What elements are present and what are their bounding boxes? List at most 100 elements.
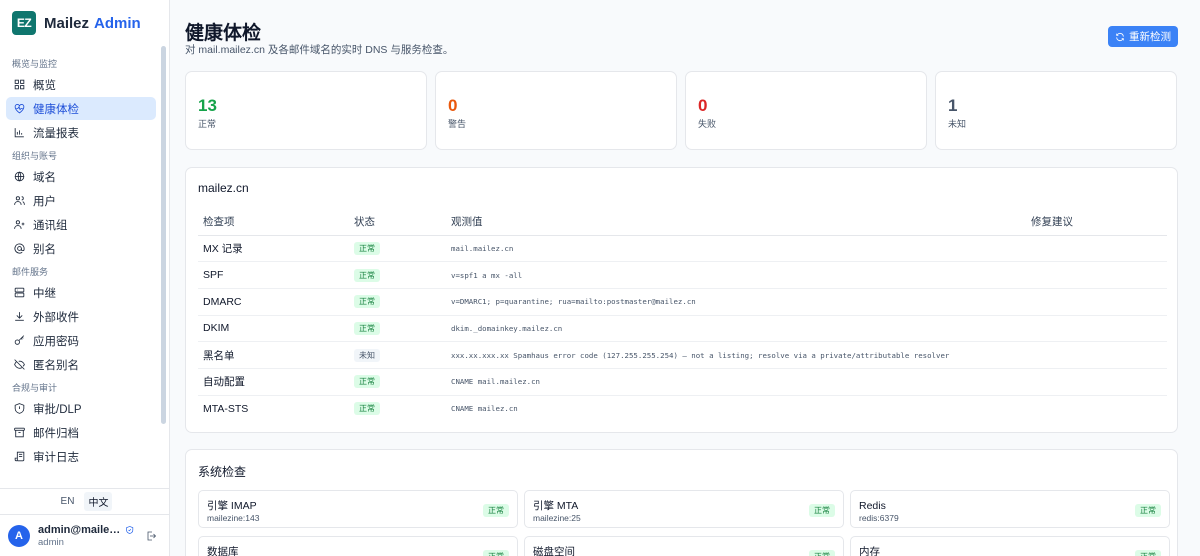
sidebar-item[interactable]: 匿名别名	[6, 353, 156, 376]
shield-icon	[12, 402, 26, 416]
domain-check-table: 检查项 状态 观测值 修复建议 MX 记录 正常 mail.mailez.cn SPF…	[198, 209, 1167, 422]
system-check-detail: redis:6379	[859, 513, 899, 523]
domain-title: mailez.cn	[198, 181, 249, 195]
system-check-name: 数据库	[207, 546, 239, 556]
fix-suggestion	[1026, 288, 1167, 316]
system-check-name: Redis	[859, 500, 886, 512]
table-row: 自动配置 正常 CNAME mail.mailez.cn	[198, 368, 1167, 396]
verified-shield-icon	[125, 525, 133, 534]
sidebar-item[interactable]: 外部收件	[6, 305, 156, 328]
observed-value: CNAME mail.mailez.cn	[446, 368, 1026, 396]
refresh-label: 重新检测	[1129, 31, 1171, 43]
download-icon	[12, 310, 26, 324]
sidebar-item-label: 概览	[33, 79, 56, 92]
system-check-name: 引擎 IMAP	[207, 500, 257, 512]
table-row: MTA-STS 正常 CNAME mailez.cn	[198, 395, 1167, 422]
col-status: 状态	[349, 209, 446, 236]
sidebar-item[interactable]: 审批/DLP	[6, 397, 156, 420]
stat-card-failed: 0 失败	[685, 71, 927, 150]
table-header-row: 检查项 状态 观测值 修复建议	[198, 209, 1167, 236]
sidebar-item-label: 审计日志	[33, 451, 79, 464]
lang-en-button[interactable]: EN	[57, 494, 79, 509]
system-check-title: 系统检查	[198, 465, 247, 479]
sidebar-item-label: 域名	[33, 171, 56, 184]
status-badge: 正常	[354, 321, 380, 335]
system-check-card: 系统检查 引擎 IMAP mailezine:143 正常 引擎 MTA mailezi…	[185, 449, 1178, 556]
check-item: MTA-STS	[203, 402, 249, 415]
avatar[interactable]: A	[8, 524, 30, 547]
sidebar-item[interactable]: 概览	[6, 73, 156, 96]
sidebar-scrollbar[interactable]	[161, 46, 166, 424]
system-check-item: 引擎 MTA mailezine:25 正常	[524, 490, 844, 528]
eye-off-icon	[12, 358, 26, 372]
language-switcher: EN 中文	[0, 488, 169, 514]
key-icon	[12, 334, 26, 348]
globe-icon	[12, 170, 26, 184]
check-status: 正常	[349, 315, 446, 343]
system-check-grid: 引擎 IMAP mailezine:143 正常 引擎 MTA mailezine:25…	[198, 490, 1170, 556]
table-row: MX 记录 正常 mail.mailez.cn	[198, 235, 1167, 263]
system-check-item: 数据库 正常	[198, 536, 518, 556]
stat-label: 未知	[948, 119, 967, 129]
check-status: 正常	[349, 395, 446, 422]
sidebar-item-label: 邮件归档	[33, 427, 79, 440]
sidebar-item[interactable]: 通讯组	[6, 213, 156, 236]
sidebar-item[interactable]: 用户	[6, 189, 156, 212]
check-status: 正常	[349, 261, 446, 289]
sidebar-item[interactable]: 健康体检	[6, 97, 156, 120]
sidebar-item-label: 外部收件	[33, 311, 79, 324]
sidebar-item[interactable]: 别名	[6, 237, 156, 260]
sidebar-item-label: 中继	[33, 287, 56, 300]
observed-value: xxx.xx.xxx.xx Spamhaus error code (127.2…	[446, 341, 1026, 369]
col-fix: 修复建议	[1026, 209, 1167, 236]
stat-card-warning: 0 警告	[435, 71, 677, 150]
system-check-name: 引擎 MTA	[533, 500, 579, 512]
system-check-item: 磁盘空间 正常	[524, 536, 844, 556]
status-badge: 正常	[809, 504, 835, 517]
check-status: 未知	[349, 341, 446, 369]
stat-value: 0	[698, 96, 708, 115]
stat-value: 1	[948, 96, 958, 115]
scroll-icon	[12, 450, 26, 464]
check-item: MX 记录	[198, 235, 349, 263]
check-item: DKIM	[198, 315, 349, 343]
sidebar-item-label: 用户	[33, 195, 56, 208]
user-panel: A admin@mailez.... admin	[0, 514, 169, 556]
sidebar-item[interactable]: 审计日志	[6, 445, 156, 468]
brand-name: Mailez	[44, 14, 90, 32]
sidebar-item[interactable]: 中继	[6, 281, 156, 304]
server-icon	[12, 286, 26, 300]
logout-button[interactable]	[144, 529, 158, 543]
status-badge: 正常	[354, 375, 380, 389]
lang-zh-button[interactable]: 中文	[84, 492, 113, 511]
system-check-name: 内存	[859, 546, 880, 556]
page-title: 健康体检	[185, 23, 262, 44]
observed-value: v=spf1 a mx -all	[446, 261, 1026, 289]
stat-value: 0	[448, 96, 458, 115]
sidebar-item[interactable]: 域名	[6, 165, 156, 188]
domain-check-card: mailez.cn 检查项 状态 观测值 修复建议 MX 记录 正常 mail.ma…	[185, 167, 1178, 433]
bar-chart-icon	[12, 126, 26, 140]
table-row: DMARC 正常 v=DMARC1; p=quarantine; rua=mailt…	[198, 288, 1167, 316]
brand[interactable]: EZ Mailez Admin	[0, 0, 169, 46]
status-badge: 正常	[1135, 504, 1161, 517]
stat-card-unknown: 1 未知	[935, 71, 1177, 150]
page-subtitle: 对 mail.mailez.cn 及各邮件域名的实时 DNS 与服务检查。	[185, 44, 454, 56]
fix-suggestion	[1026, 395, 1167, 422]
stat-label: 正常	[198, 119, 217, 129]
refresh-button[interactable]: 重新检测	[1108, 26, 1178, 47]
stat-label: 失败	[698, 119, 717, 129]
sidebar-nav: 概览与监控 概览 健康体检 流量报表 组织与账号 域名 用户 通讯组 别名 邮件服务 中继 外部收件应…	[0, 46, 169, 468]
sidebar-item[interactable]: 邮件归档	[6, 421, 156, 444]
col-item: 检查项	[198, 209, 349, 236]
fix-suggestion	[1026, 235, 1167, 263]
sidebar-item[interactable]: 流量报表	[6, 121, 156, 144]
main-content: 健康体检 对 mail.mailez.cn 及各邮件域名的实时 DNS 与服务检…	[170, 0, 1200, 556]
heart-pulse-icon	[12, 102, 26, 116]
check-item: SPF	[198, 261, 349, 289]
sidebar-section-label: 邮件服务	[12, 267, 49, 277]
observed-value: v=DMARC1; p=quarantine; rua=mailto:postm…	[446, 288, 1026, 316]
check-item: DMARC	[198, 288, 349, 316]
sidebar-item[interactable]: 应用密码	[6, 329, 156, 352]
stat-value: 13	[198, 96, 217, 115]
